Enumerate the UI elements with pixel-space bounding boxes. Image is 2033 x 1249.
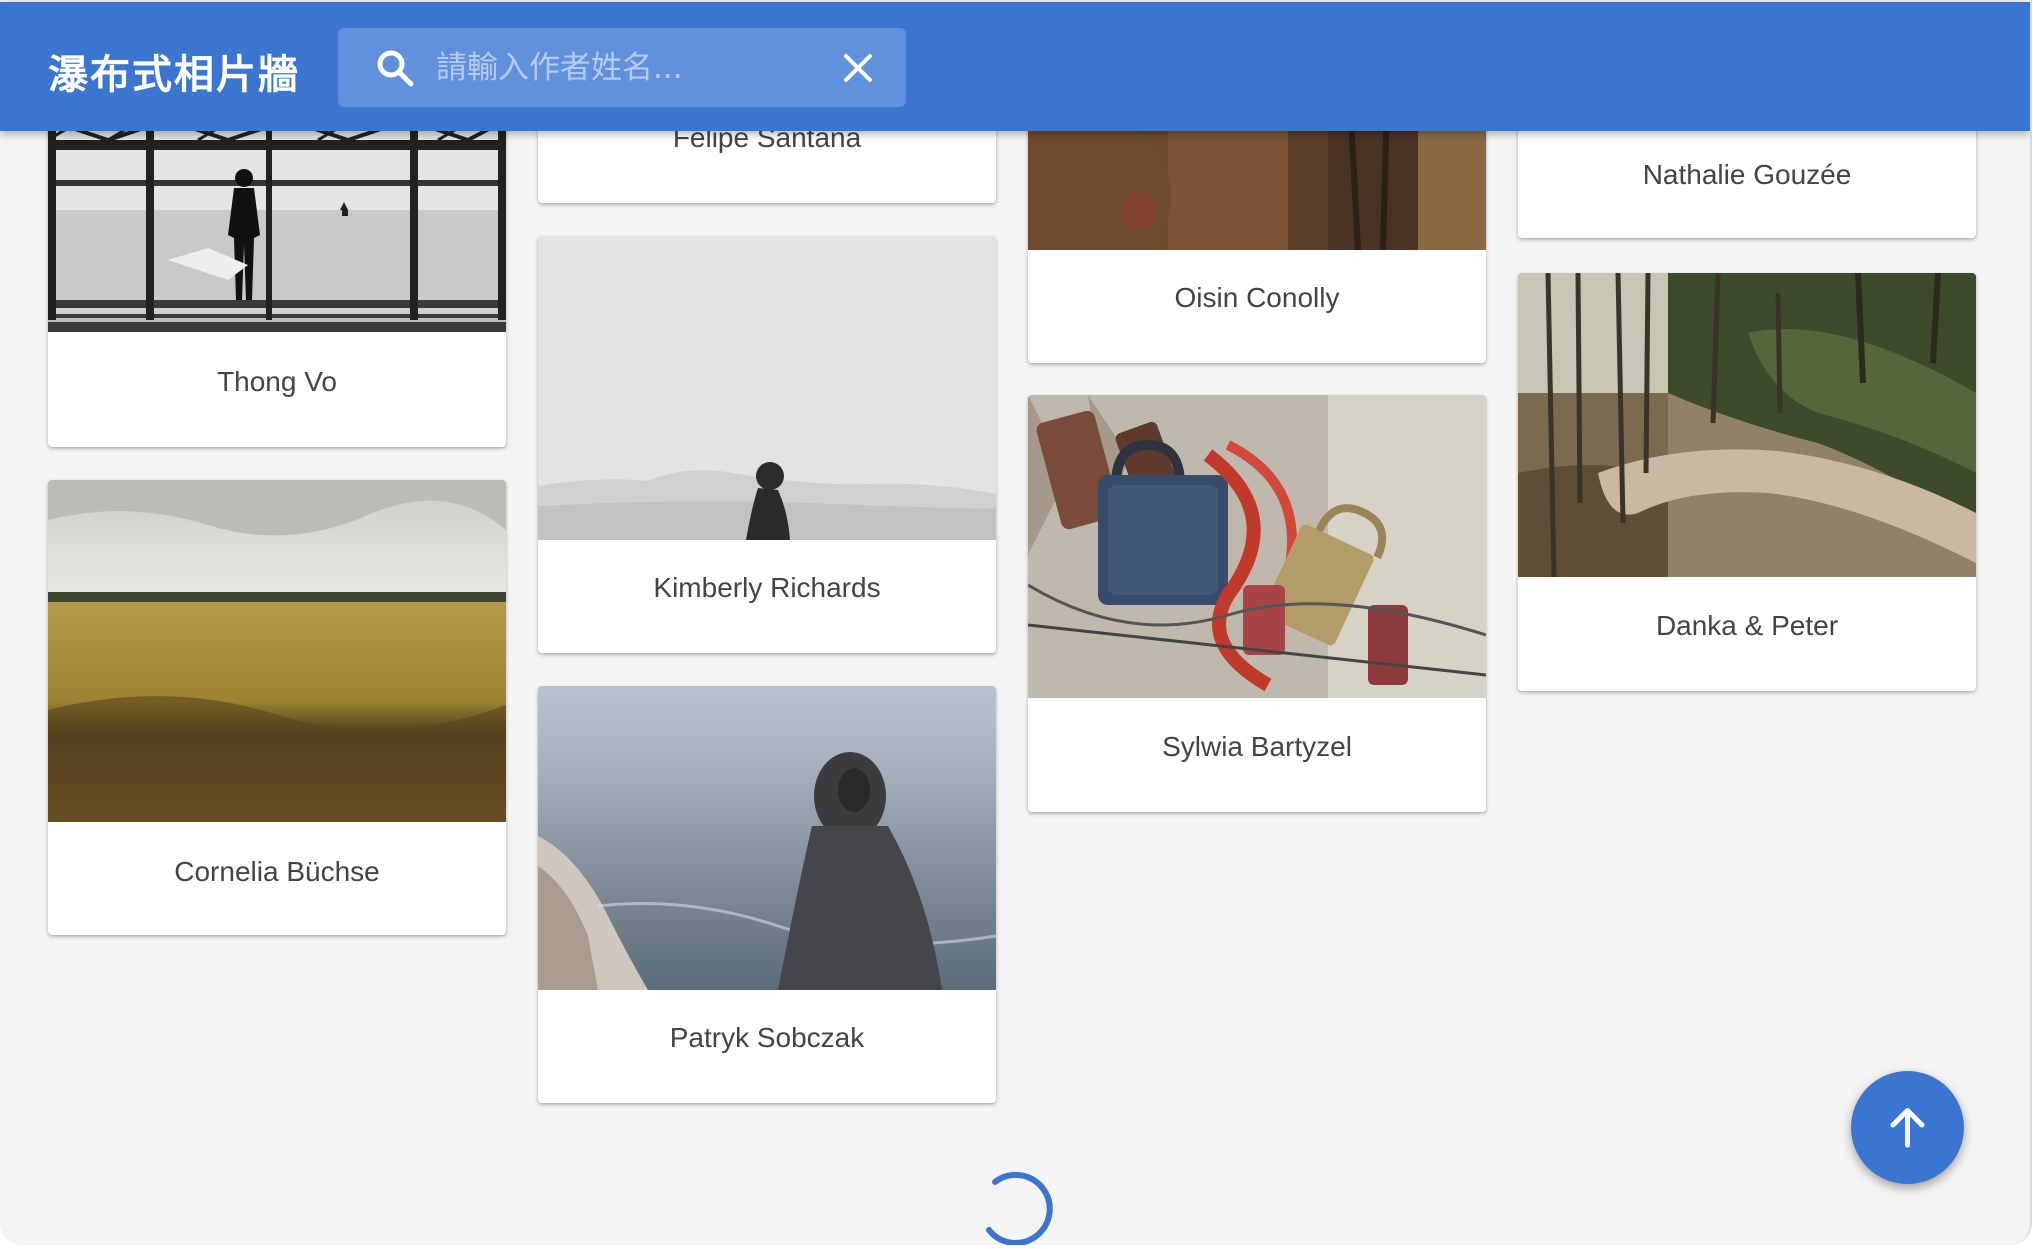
photo-kimberly-richards — [538, 236, 996, 540]
photo-cornelia-buchse — [48, 480, 506, 822]
author-name: Danka & Peter — [1655, 610, 1839, 641]
author-name: Patryk Sobczak — [669, 1022, 865, 1053]
photo-danka-peter — [1518, 273, 1976, 577]
author-name: Sylwia Bartyzel — [1162, 731, 1352, 762]
search-input[interactable] — [434, 40, 818, 96]
app-window: Thong Vo Cornelia Büchse Felipe Santana … — [0, 0, 2032, 1245]
author-name: Nathalie Gouzée — [1642, 159, 1852, 190]
search-box[interactable] — [338, 28, 906, 107]
loading-spinner — [986, 1172, 1053, 1245]
arrow-up-icon — [1890, 1108, 1925, 1148]
photo-card[interactable]: Cornelia Büchse — [48, 480, 506, 935]
author-name: Oisin Conolly — [1174, 282, 1340, 313]
author-name: Thong Vo — [217, 366, 337, 397]
photo-card[interactable]: Kimberly Richards — [538, 236, 996, 653]
author-name: Kimberly Richards — [653, 572, 881, 603]
app-title: 瀑布式相片牆 — [48, 52, 300, 98]
photo-card[interactable]: Patryk Sobczak — [538, 686, 996, 1103]
scroll-to-top-button[interactable] — [1851, 1071, 1964, 1184]
photo-sylwia-bartyzel — [1028, 395, 1486, 698]
photo-card[interactable]: Danka & Peter — [1518, 273, 1976, 691]
photo-patryk-sobczak — [538, 686, 996, 990]
photo-card[interactable]: Sylwia Bartyzel — [1028, 395, 1486, 812]
app-bar: 瀑布式相片牆 — [0, 2, 2030, 131]
search-icon — [377, 50, 414, 87]
author-name: Cornelia Büchse — [174, 856, 380, 887]
close-icon[interactable] — [838, 48, 878, 88]
